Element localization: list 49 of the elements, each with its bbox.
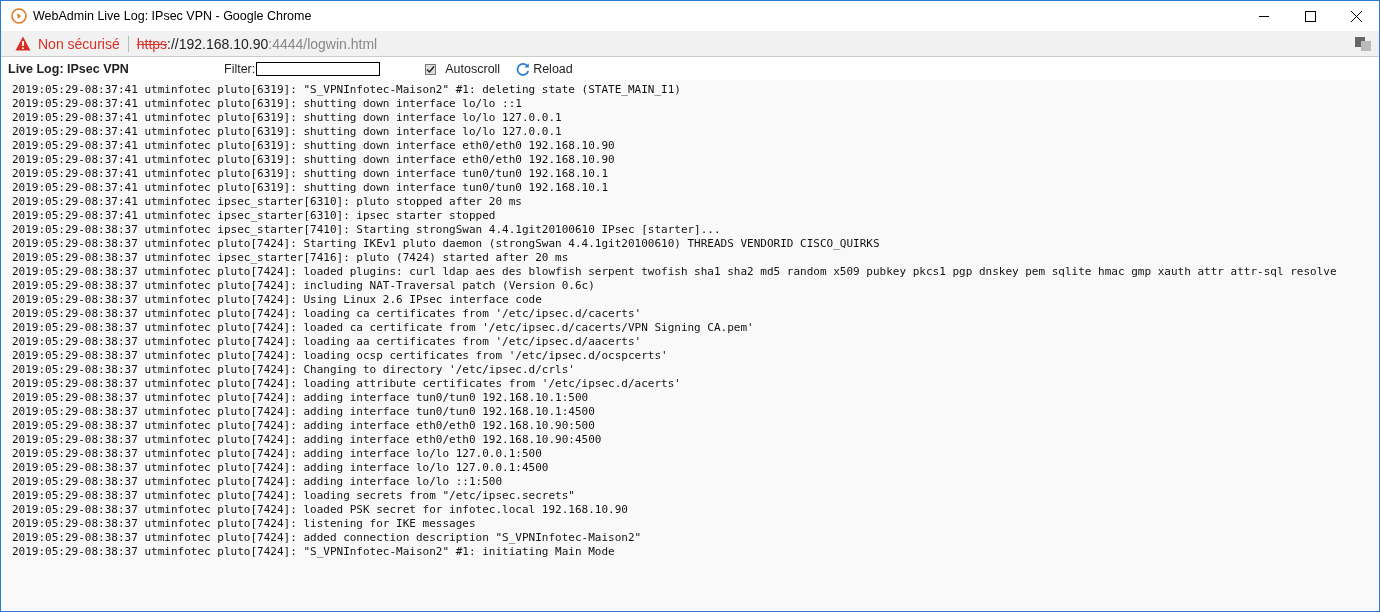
log-line: 2019:05:29-08:38:37 utminfotec pluto[7424]: loading secrets from "/etc/ipsec.secrets" [12,489,575,503]
log-line: 2019:05:29-08:38:37 utminfotec pluto[7424]: adding interface tun0/tun0 192.168.10.1:4500 [12,405,595,419]
log-line: 2019:05:29-08:38:37 utminfotec pluto[7424]: loading ca certificates from '/etc/ipsec.d/cacerts' [12,307,642,321]
log-line: 2019:05:29-08:38:37 utminfotec ipsec_starter[7410]: Starting strongSwan 4.4.1git20100610 IPsec [starter]... [12,223,721,237]
warning-icon [15,36,31,51]
filter-field[interactable] [256,62,381,76]
log-line: 2019:05:29-08:37:41 utminfotec pluto[6319]: shutting down interface lo/lo 127.0.0.1 [12,125,562,139]
log-line: 2019:05:29-08:38:37 utminfotec pluto[7424]: Using Linux 2.6 IPsec interface code [12,293,542,307]
log-line: 2019:05:29-08:38:37 utminfotec pluto[7424]: adding interface tun0/tun0 192.168.10.1:500 [12,391,589,405]
log-line: 2019:05:29-08:37:41 utminfotec pluto[6319]: shutting down interface eth0/eth0 192.168.10.90 [12,153,615,167]
log-line: 2019:05:29-08:37:41 utminfotec pluto[6319]: shutting down interface tun0/tun0 192.168.10.1 [12,181,609,195]
log-line: 2019:05:29-08:38:37 utminfotec pluto[7424]: Starting IKEv1 pluto daemon (strongSwan 4.4.1git20100610) THREADS VENDORID CISCO_QUIRKS [12,237,880,251]
log-line: 2019:05:29-08:37:41 utminfotec pluto[6319]: shutting down interface lo/lo ::1 [12,97,522,111]
log-line: 2019:05:29-08:38:37 utminfotec pluto[7424]: loaded plugins: curl ldap aes des blowfish serpent twofish sha1 sha2 md5 random x509 pubkey pkcs1 pgp dnskey pem sqlite hmac gmp xauth attr attr-sql resolve [12,265,1337,279]
reload-button[interactable]: Reload [516,62,573,76]
log-line: 2019:05:29-08:38:37 utminfotec pluto[7424]: adding interface lo/lo 127.0.0.1:4500 [12,461,549,475]
log-line: 2019:05:29-08:38:37 utminfotec pluto[7424]: adding interface eth0/eth0 192.168.10.90:500 [12,419,595,433]
log-line: 2019:05:29-08:38:37 utminfotec pluto[7424]: added connection description "S_VPNInfotec-Maison2" [12,531,642,545]
security-label[interactable]: Non sécurisé [38,35,120,52]
log-line: 2019:05:29-08:37:41 utminfotec pluto[6319]: shutting down interface tun0/tun0 192.168.10.1 [12,167,609,181]
log-line: 2019:05:29-08:38:37 utminfotec pluto[7424]: adding interface lo/lo 127.0.0.1:500 [12,447,542,461]
log-line: 2019:05:29-08:38:37 utminfotec pluto[7424]: including NAT-Traversal patch (Version 0.6c) [12,279,595,293]
log-line: 2019:05:29-08:37:41 utminfotec ipsec_starter[6310]: ipsec starter stopped [12,209,496,223]
log-line: 2019:05:29-08:38:37 utminfotec pluto[7424]: "S_VPNInfotec-Maison2" #1: initiating Main Mode [12,545,615,559]
log-line: 2019:05:29-08:38:37 utminfotec pluto[7424]: loading aa certificates from '/etc/ipsec.d/aacerts' [12,335,642,349]
log-line: 2019:05:29-08:38:37 utminfotec pluto[7424]: listening for IKE messages [12,517,476,531]
translate-icon[interactable] [1355,35,1371,52]
url-text[interactable]: https://192.168.10.90:4444/logwin.html [136,35,378,52]
log-line: 2019:05:29-08:38:37 utminfotec pluto[7424]: loading ocsp certificates from '/etc/ipsec.d/ocspcerts' [12,349,668,363]
window-title: WebAdmin Live Log: IPsec VPN - Google Chrome [33,9,313,23]
log-line: 2019:05:29-08:38:37 utminfotec pluto[7424]: Changing to directory '/etc/ipsec.d/crls' [12,363,575,377]
log-line: 2019:05:29-08:38:37 utminfotec pluto[7424]: loading attribute certificates from '/etc/ipsec.d/acerts' [12,377,681,391]
close-icon [1350,10,1362,22]
autoscroll-label: Autoscroll [445,62,501,76]
page-title: Live Log: IPsec VPN [8,62,130,76]
log-line: 2019:05:29-08:37:41 utminfotec pluto[6319]: shutting down interface lo/lo 127.0.0.1 [12,111,562,125]
maximize-icon [1304,10,1316,22]
log-line: 2019:05:29-08:38:37 utminfotec pluto[7424]: adding interface eth0/eth0 192.168.10.90:4500 [12,433,602,447]
log-line: 2019:05:29-08:37:41 utminfotec pluto[6319]: shutting down interface eth0/eth0 192.168.10.90 [12,139,615,153]
log-line: 2019:05:29-08:38:37 utminfotec pluto[7424]: loaded ca certificate from '/etc/ipsec.d/cacerts/VPN Signing CA.pem' [12,321,754,335]
log-line: 2019:05:29-08:38:37 utminfotec pluto[7424]: loaded PSK secret for infotec.local 192.168.10.90 [12,503,628,517]
log-line: 2019:05:29-08:38:37 utminfotec pluto[7424]: adding interface lo/lo ::1:500 [12,475,503,489]
reload-icon [516,62,531,76]
log-line: 2019:05:29-08:38:37 utminfotec ipsec_starter[7416]: pluto (7424) started after 20 ms [12,251,569,265]
app-icon [11,8,27,24]
log-line: 2019:05:29-08:37:41 utminfotec ipsec_starter[6310]: pluto stopped after 20 ms [12,195,522,209]
log-line: 2019:05:29-08:37:41 utminfotec pluto[6319]: "S_VPNInfotec-Maison2" #1: deleting state (STATE_MAIN_I1) [12,83,681,97]
autoscroll-checkbox[interactable] [425,63,437,75]
filter-label: Filter: [224,62,256,76]
